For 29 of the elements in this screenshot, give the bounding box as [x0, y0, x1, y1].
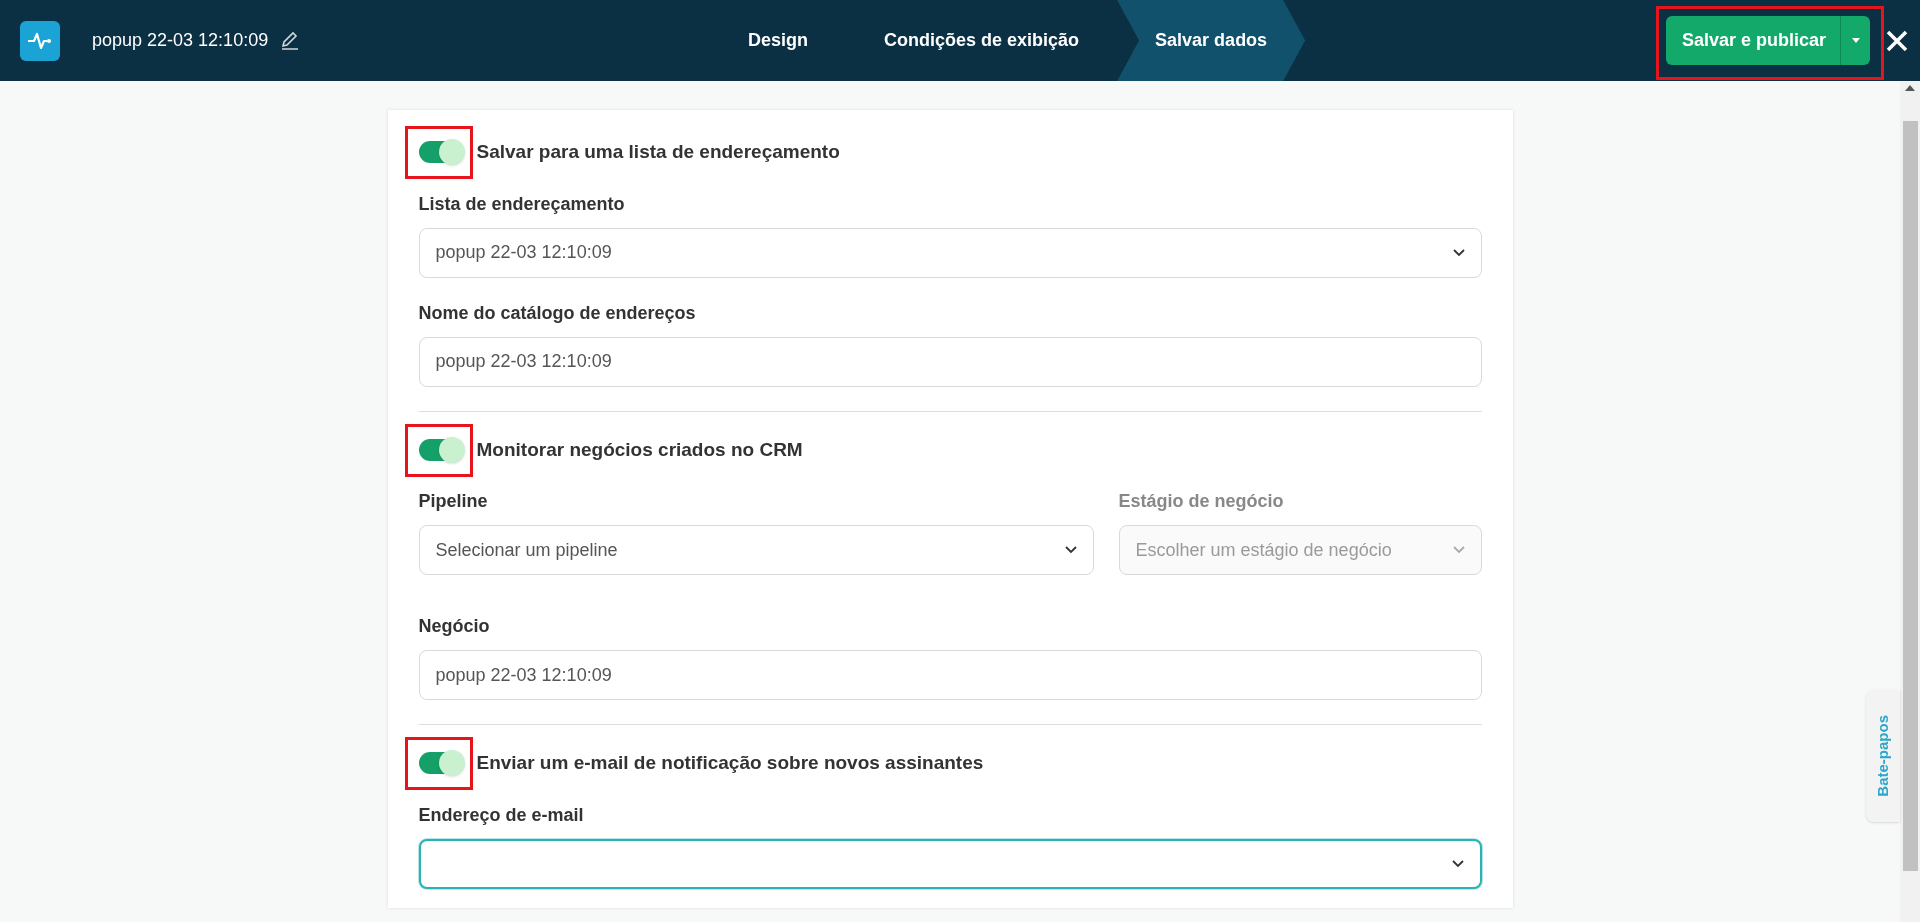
toggle-label: Monitorar negócios criados no CRM	[476, 437, 803, 462]
text-field[interactable]: popup 22-03 12:10:09	[418, 336, 1482, 387]
text-field[interactable]: popup 22-03 12:10:09	[418, 650, 1482, 700]
toggle-switch[interactable]	[418, 438, 463, 461]
dropdown-field[interactable]: popup 22-03 12:10:09	[418, 227, 1482, 278]
toggle-label: Enviar um e-mail de notificação sobre novos assinantes	[476, 751, 984, 775]
dropdown-field[interactable]: Selecionar um pipeline	[418, 525, 1094, 575]
chevron-down-icon	[1452, 546, 1465, 554]
field-label: Pipeline	[418, 490, 489, 513]
chevron-down-icon	[1452, 248, 1465, 257]
toggle-switch[interactable]	[418, 141, 463, 164]
field-label: Estágio de negócio	[1118, 490, 1285, 513]
popup-title: popup 22-03 12:10:09	[92, 29, 269, 52]
step-tab[interactable]: Salvar dados	[1117, 0, 1306, 81]
field-label: Nome do catálogo de endereços	[418, 301, 697, 325]
chevron-down-icon	[1451, 859, 1464, 868]
chevron-down-icon	[1064, 546, 1077, 554]
toggle-switch[interactable]	[418, 752, 463, 775]
field-label: Endereço de e-mail	[418, 803, 585, 827]
field-label: Lista de endereçamento	[418, 192, 626, 216]
pencil-icon[interactable]	[280, 30, 301, 51]
scrollbar[interactable]	[1900, 81, 1920, 922]
field-label: Negócio	[418, 615, 491, 638]
close-icon[interactable]	[1886, 29, 1908, 52]
toggle-label: Salvar para uma lista de endereçamento	[476, 140, 840, 164]
app-logo-icon	[20, 20, 60, 61]
dropdown-field[interactable]	[418, 838, 1482, 889]
scroll-up-icon[interactable]	[1905, 85, 1915, 91]
caret-icon	[1851, 38, 1860, 43]
